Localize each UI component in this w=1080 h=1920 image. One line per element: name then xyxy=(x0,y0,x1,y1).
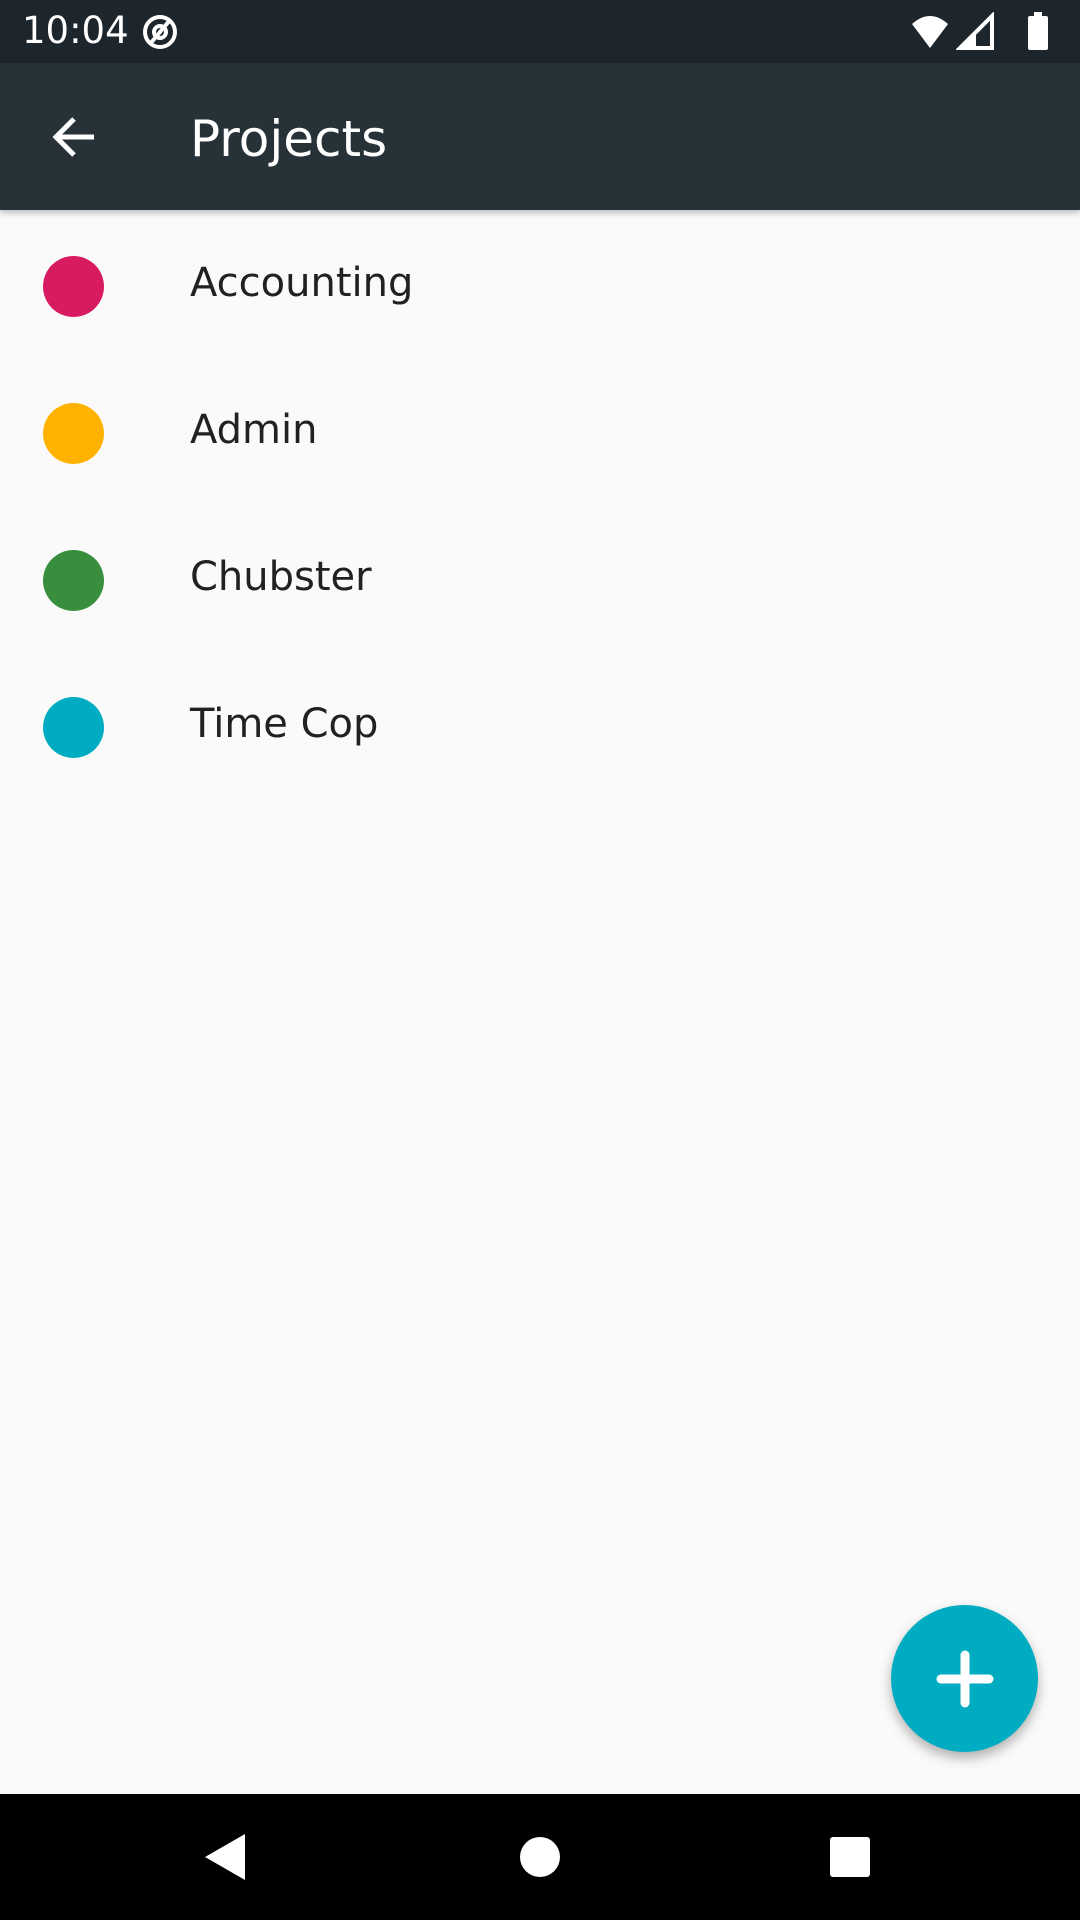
status-time: 10:04 xyxy=(22,9,129,52)
wifi-icon xyxy=(912,16,948,48)
recents-square-icon[interactable] xyxy=(817,1824,883,1890)
at-sign-icon xyxy=(143,15,177,49)
signal-icon xyxy=(956,12,994,50)
status-icons xyxy=(910,12,1060,52)
project-color-dot xyxy=(43,550,104,611)
home-circle-icon[interactable] xyxy=(507,1824,573,1890)
battery-icon xyxy=(1028,12,1048,50)
project-label: Chubster xyxy=(190,554,372,600)
list-item[interactable]: Accounting xyxy=(0,210,1080,357)
status-bar: 10:04 xyxy=(0,0,1080,63)
list-item[interactable]: Chubster xyxy=(0,504,1080,651)
page-title: Projects xyxy=(190,110,388,168)
add-project-button[interactable] xyxy=(891,1605,1038,1752)
project-label: Time Cop xyxy=(190,701,379,747)
project-color-dot xyxy=(43,403,104,464)
plus-icon xyxy=(936,1650,993,1707)
back-button[interactable] xyxy=(30,98,118,176)
list-item[interactable]: Admin xyxy=(0,357,1080,504)
back-triangle-icon[interactable] xyxy=(191,1824,257,1890)
app-bar: Projects xyxy=(0,63,1080,210)
project-label: Accounting xyxy=(190,260,414,306)
project-list: Accounting Admin Chubster Time Cop xyxy=(0,210,1080,798)
system-nav-bar xyxy=(0,1794,1080,1920)
project-color-dot xyxy=(43,256,104,317)
list-item[interactable]: Time Cop xyxy=(0,651,1080,798)
project-color-dot xyxy=(43,697,104,758)
project-label: Admin xyxy=(190,407,318,453)
arrow-left-icon xyxy=(52,117,94,157)
